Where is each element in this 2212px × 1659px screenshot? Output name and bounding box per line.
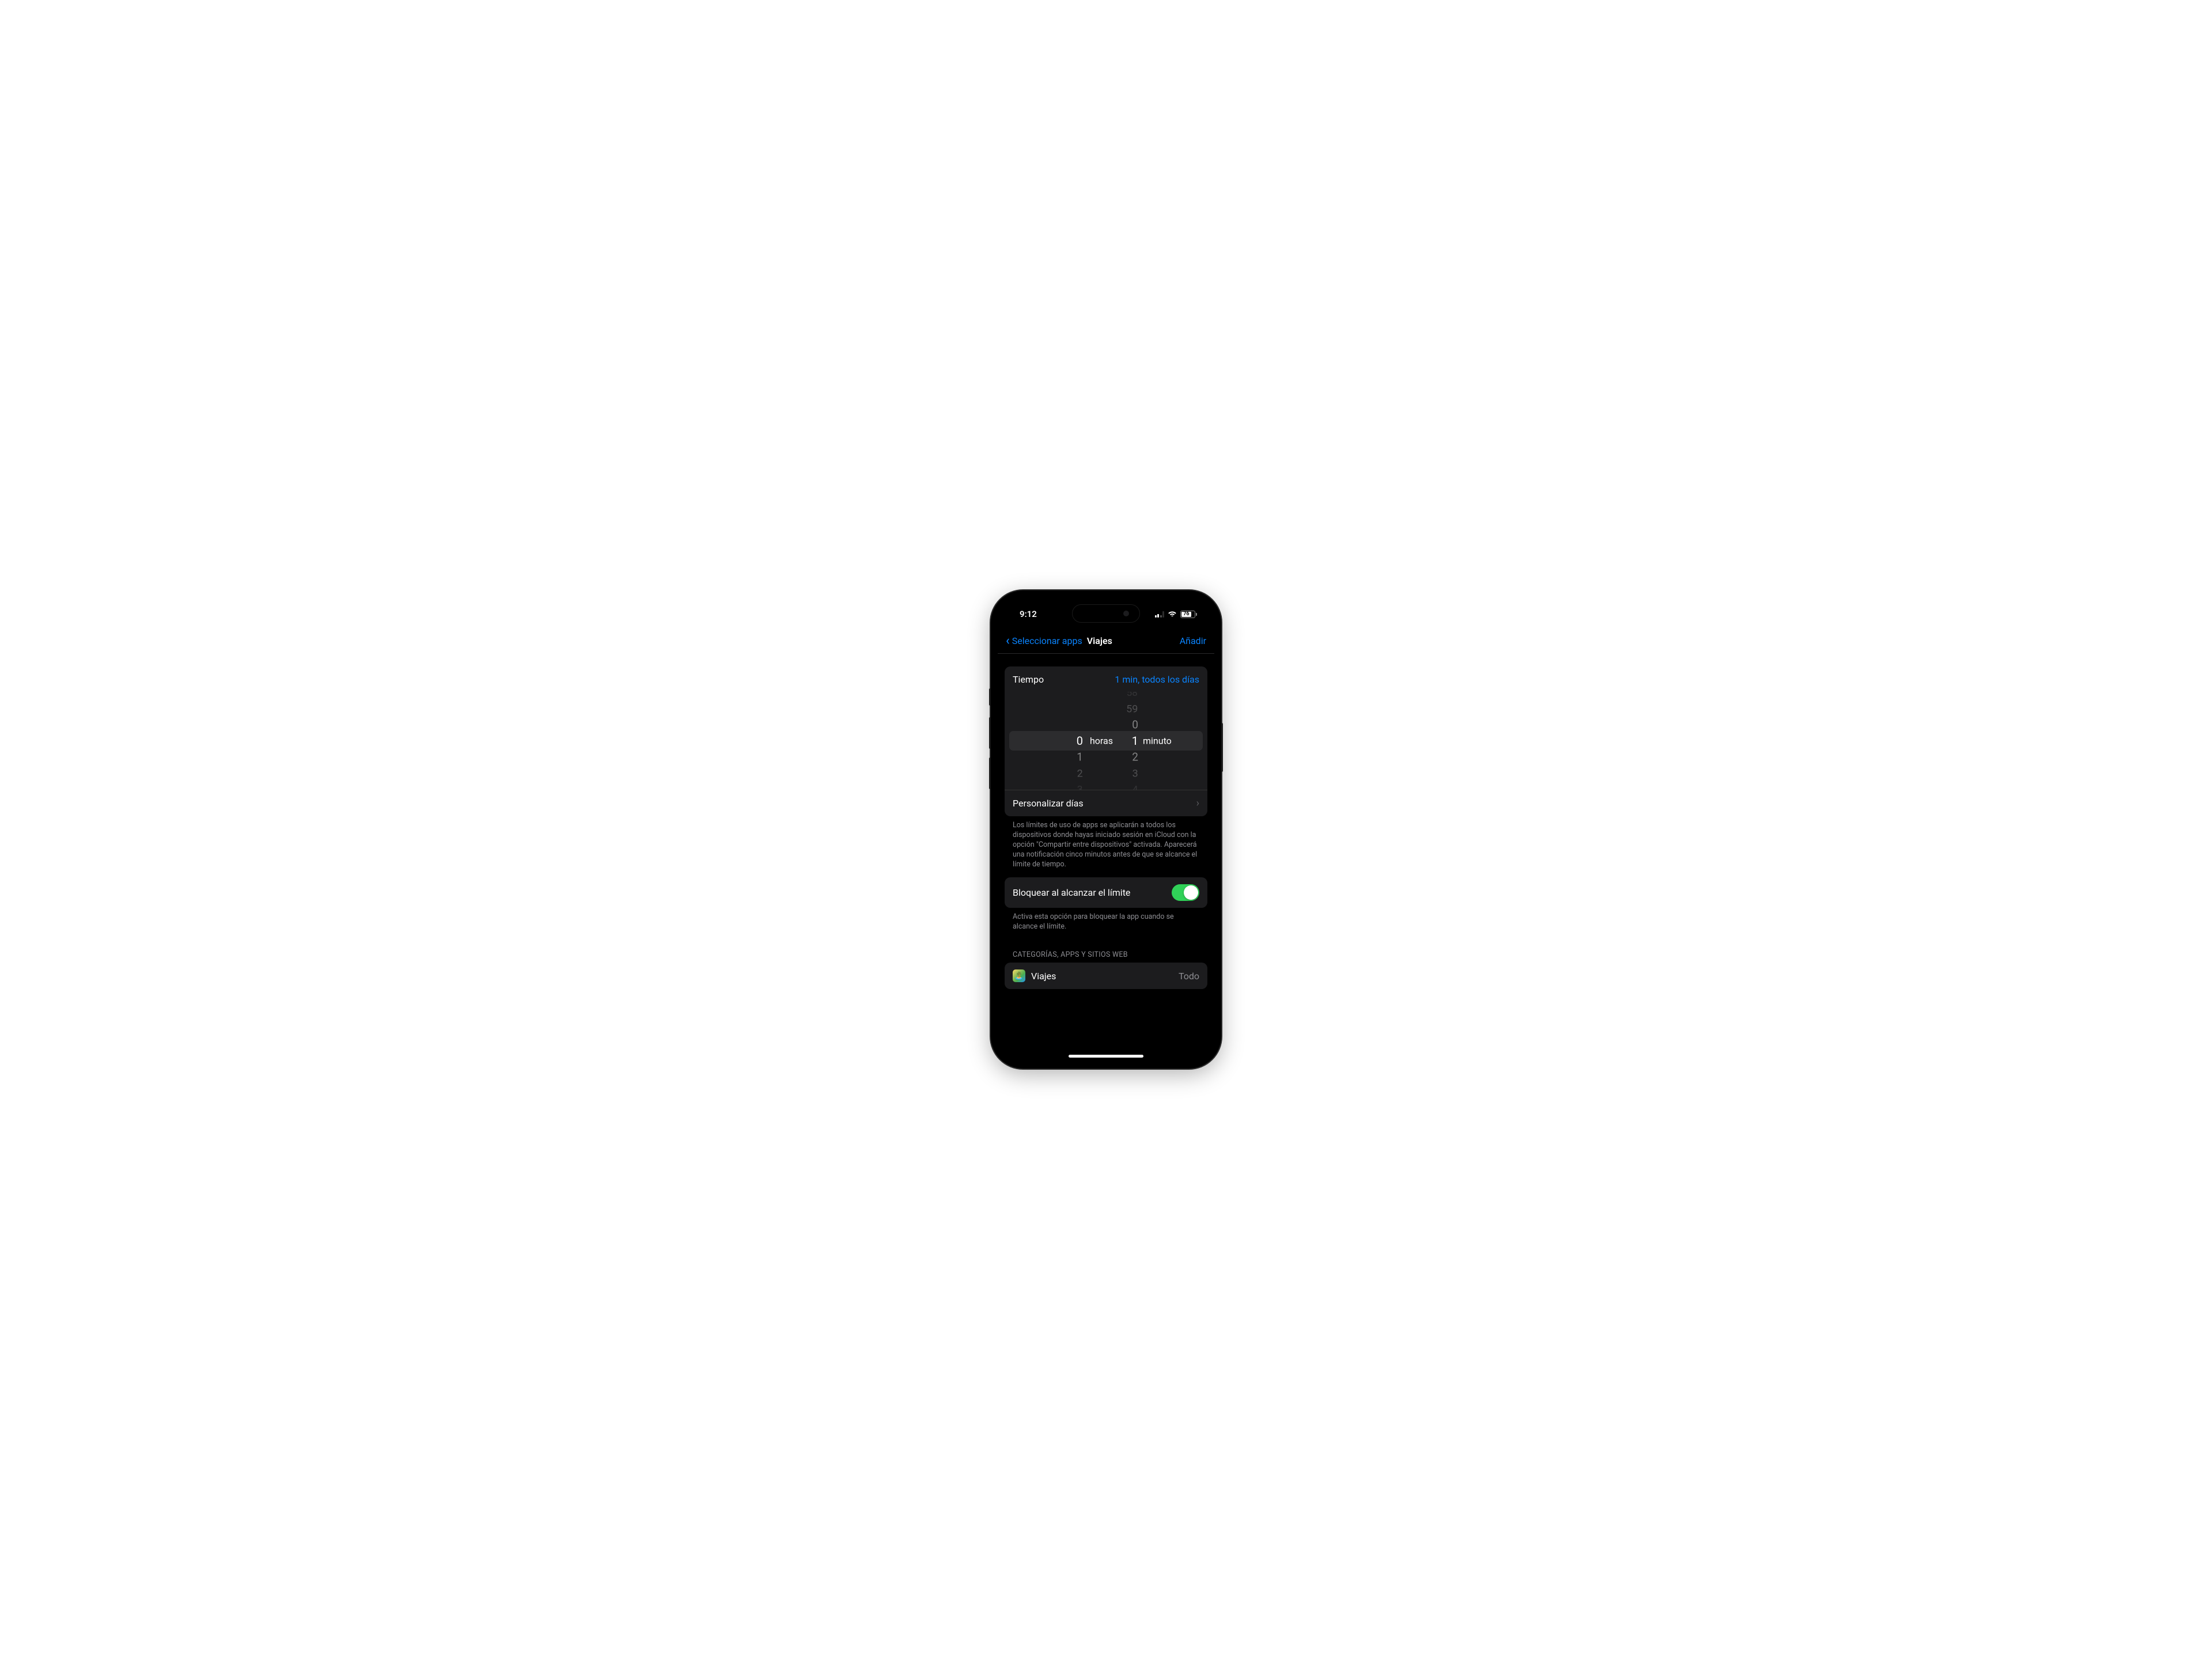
block-label: Bloquear al alcanzar el límite <box>1013 887 1130 898</box>
hours-wheel[interactable]: 0 1 2 3 horas <box>1005 692 1123 790</box>
customize-days-label: Personalizar días <box>1013 798 1084 809</box>
battery-icon: 76 <box>1180 611 1197 618</box>
categories-header: CATEGORÍAS, APPS Y SITIOS WEB <box>1005 940 1207 963</box>
dynamic-island <box>1072 604 1140 623</box>
content-scroll[interactable]: Tiempo 1 min, todos los días 0 1 <box>998 654 1214 1062</box>
page-title: Viajes <box>1087 635 1112 646</box>
hours-unit-label: horas <box>1090 736 1113 747</box>
customize-days-row[interactable]: Personalizar días › <box>1005 790 1207 816</box>
minutes-wheel[interactable]: 58 59 0 1 2 3 4 minuto <box>1123 692 1207 790</box>
time-card: Tiempo 1 min, todos los días 0 1 <box>1005 666 1207 816</box>
category-label: Viajes <box>1031 971 1056 982</box>
time-label: Tiempo <box>1013 674 1044 685</box>
category-value: Todo <box>1179 971 1199 982</box>
back-button[interactable]: ‹ Seleccionar apps Viajes <box>1006 634 1112 648</box>
wifi-icon <box>1168 609 1177 619</box>
chevron-left-icon: ‹ <box>1006 634 1010 648</box>
chevron-right-icon: › <box>1196 797 1199 809</box>
phone-frame: 9:12 76 ‹ Seleccionar apps Viajes <box>991 590 1221 1069</box>
mute-switch <box>989 688 991 706</box>
hours-selected: 0 <box>1077 733 1083 749</box>
clock: 9:12 <box>1020 609 1037 619</box>
time-value: 1 min, todos los días <box>1115 674 1199 685</box>
cellular-signal-icon <box>1155 611 1165 618</box>
screen: 9:12 76 ‹ Seleccionar apps Viajes <box>998 597 1214 1062</box>
status-right: 76 <box>1155 609 1198 619</box>
block-on-limit-row[interactable]: Bloquear al alcanzar el límite <box>1005 877 1207 908</box>
block-toggle[interactable] <box>1172 884 1199 901</box>
power-button <box>1221 723 1223 772</box>
minutes-unit-label: minuto <box>1143 736 1172 747</box>
time-picker[interactable]: 0 1 2 3 horas 58 59 0 <box>1005 692 1207 790</box>
minutes-selected: 1 <box>1132 733 1138 749</box>
nav-bar: ‹ Seleccionar apps Viajes Añadir <box>998 628 1214 654</box>
time-row[interactable]: Tiempo 1 min, todos los días <box>1005 666 1207 692</box>
home-indicator[interactable] <box>1069 1055 1143 1058</box>
back-label: Seleccionar apps <box>1012 635 1082 646</box>
add-button[interactable]: Añadir <box>1180 635 1206 646</box>
volume-down-button <box>989 757 991 789</box>
volume-up-button <box>989 717 991 749</box>
limits-explainer: Los límites de uso de apps se aplicarán … <box>1005 816 1207 877</box>
travel-category-icon: 🏝️ <box>1013 969 1025 982</box>
categories-card: 🏝️ Viajes Todo <box>1005 963 1207 989</box>
block-note: Activa esta opción para bloquear la app … <box>1005 908 1207 940</box>
category-row-viajes[interactable]: 🏝️ Viajes Todo <box>1005 963 1207 989</box>
block-card: Bloquear al alcanzar el límite <box>1005 877 1207 908</box>
